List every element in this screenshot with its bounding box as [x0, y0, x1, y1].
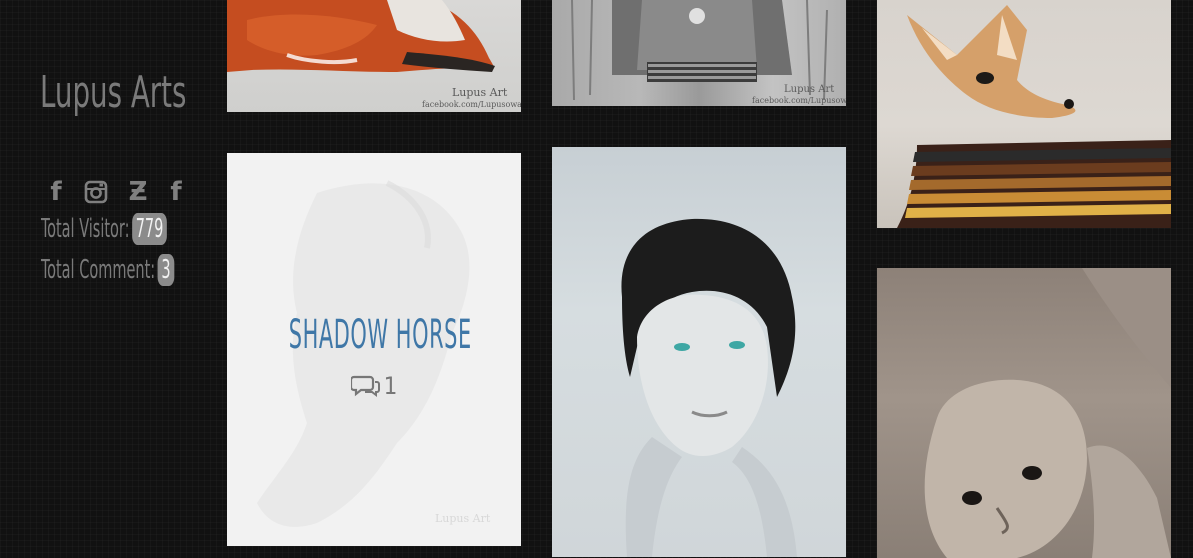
witcher-signature-url: facebook.com/LupusowaArt — [752, 96, 846, 105]
fennec-drawing — [897, 5, 1171, 228]
deviantart-icon: Ƶ — [128, 177, 148, 207]
gallery-item-witcher[interactable]: Lupus Art facebook.com/LupusowaArt — [552, 0, 846, 106]
portrait-drawing — [621, 218, 797, 557]
horse-signature: Lupus Art — [435, 512, 491, 525]
total-visitor-stat: Total Visitor: 779 — [41, 213, 168, 245]
gallery-item-portrait[interactable] — [552, 147, 846, 557]
social-links: f Ƶ f — [42, 177, 192, 207]
total-comment-badge: 3 — [157, 254, 175, 286]
total-visitor-label: Total Visitor: — [41, 214, 130, 244]
facebook-icon: f — [50, 177, 62, 207]
facebook-link[interactable]: f — [42, 177, 70, 207]
witcher-signature: Lupus Art — [784, 84, 835, 95]
deviantart-link[interactable]: Ƶ — [124, 177, 152, 207]
gallery-item-fox[interactable]: Lupus Art facebook.com/LupusowaArt — [227, 0, 521, 112]
sidebar: Lupus Arts f Ƶ f Total Visitor: 779 Total… — [0, 0, 215, 555]
facebook-icon: f — [170, 177, 182, 207]
instagram-link[interactable] — [82, 177, 110, 207]
total-visitor-badge: 779 — [131, 213, 168, 245]
gallery-item-fennec[interactable] — [877, 0, 1171, 228]
comments-icon — [349, 375, 380, 397]
gallery-item-baby[interactable] — [877, 268, 1171, 558]
fox-signature-url: facebook.com/LupusowaArt — [422, 100, 521, 109]
comment-count-value: 1 — [383, 372, 398, 400]
total-comment-stat: Total Comment: 3 — [41, 254, 175, 286]
facebook-link-2[interactable]: f — [162, 177, 190, 207]
artwork-comment-count: 1 — [227, 371, 521, 401]
gallery-item-shadow-horse[interactable]: Lupus Art SHADOW HORSE 1 — [227, 153, 521, 546]
artwork-title: SHADOW HORSE — [288, 312, 472, 358]
instagram-glyph — [84, 180, 108, 204]
baby-drawing — [924, 268, 1171, 558]
fox-signature: Lupus Art — [452, 86, 508, 99]
total-comment-label: Total Comment: — [41, 255, 156, 285]
site-title[interactable]: Lupus Arts — [40, 66, 186, 120]
